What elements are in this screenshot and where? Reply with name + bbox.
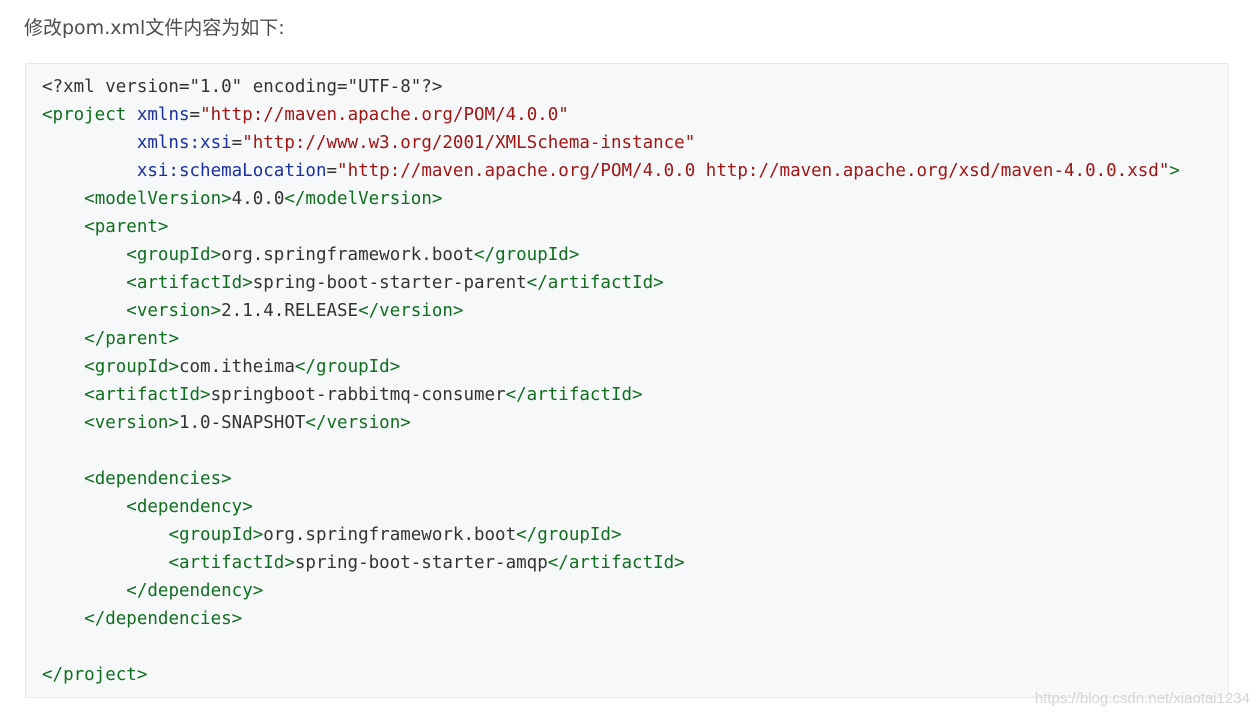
code-token-plain: 1.0-SNAPSHOT	[178, 413, 306, 433]
watermark: https://blog.csdn.net/xiaotai1234	[1034, 690, 1250, 707]
code-line: <groupId>com.itheima</groupId>	[42, 353, 1180, 381]
code-token-plain: =	[189, 105, 201, 125]
code-token-tag: </dependencies>	[84, 609, 243, 629]
code-line: <parent>	[42, 213, 1180, 241]
code-token-plain: spring-boot-starter-amqp	[294, 553, 548, 573]
code-token-tag: </groupId>	[294, 357, 401, 377]
code-token-plain: org.springframework.boot	[221, 245, 474, 265]
code-line: </dependency>	[42, 577, 1180, 605]
code-token-tag: <project	[42, 105, 127, 125]
code-token-tag: </artifactId>	[505, 385, 643, 405]
code-token-tag: </project>	[42, 665, 148, 685]
code-token-str: "http://www.w3.org/2001/XMLSchema-instan…	[242, 133, 696, 153]
code-token-tag: <parent>	[84, 217, 169, 237]
code-token-plain: <?xml version="1.0" encoding="UTF-8"?>	[42, 77, 443, 97]
code-token-tag: </parent>	[84, 329, 179, 349]
code-token-tag: </version>	[305, 413, 411, 433]
code-token-tag: >	[1169, 161, 1180, 181]
code-line: <artifactId>springboot-rabbitmq-consumer…	[42, 381, 1180, 409]
code-line: xsi:schemaLocation="http://maven.apache.…	[42, 157, 1180, 185]
code-token-tag: </modelVersion>	[284, 189, 443, 209]
code-line: <dependency>	[42, 493, 1180, 521]
code-token-tag: <version>	[126, 301, 222, 321]
code-line: <modelVersion>4.0.0</modelVersion>	[42, 185, 1180, 213]
code-line: <?xml version="1.0" encoding="UTF-8"?>	[42, 73, 1180, 101]
code-line: <version>2.1.4.RELEASE</version>	[42, 297, 1180, 325]
code-line: <dependencies>	[42, 465, 1180, 493]
code-token-plain: spring-boot-starter-parent	[252, 273, 527, 293]
code-token-tag: <groupId>	[84, 357, 179, 377]
code-token-tag: </groupId>	[474, 245, 580, 265]
code-line: <groupId>org.springframework.boot</group…	[42, 241, 1180, 269]
code-line: <version>1.0-SNAPSHOT</version>	[42, 409, 1180, 437]
code-line: xmlns:xsi="http://www.w3.org/2001/XMLSch…	[42, 129, 1180, 157]
code-token-plain: springboot-rabbitmq-consumer	[210, 385, 506, 405]
code-token-tag: </artifactId>	[526, 273, 664, 293]
code-token-str: "http://maven.apache.org/POM/4.0.0"	[200, 105, 569, 125]
code-token-plain: 2.1.4.RELEASE	[221, 301, 359, 321]
code-token-tag: <dependencies>	[84, 469, 232, 489]
code-token-tag: <groupId>	[168, 525, 264, 545]
code-token-plain: org.springframework.boot	[263, 525, 517, 545]
code-token-plain: =	[326, 161, 338, 181]
code-line: </parent>	[42, 325, 1180, 353]
code-line: <artifactId>spring-boot-starter-amqp</ar…	[42, 549, 1180, 577]
code-line: <artifactId>spring-boot-starter-parent</…	[42, 269, 1180, 297]
code-token-tag: <artifactId>	[84, 385, 211, 405]
code-token-plain: 4.0.0	[231, 189, 285, 209]
code-token-tag: </groupId>	[516, 525, 622, 545]
code-token-attr: xmlns	[136, 105, 190, 125]
code-line: <groupId>org.springframework.boot</group…	[42, 521, 1180, 549]
code-token-attr: xsi:schemaLocation	[136, 161, 327, 181]
code-token-tag: <artifactId>	[126, 273, 253, 293]
code-token-tag: <modelVersion>	[84, 189, 232, 209]
code-token-str: "http://maven.apache.org/POM/4.0.0 http:…	[337, 161, 1170, 181]
code-token-tag: </artifactId>	[547, 553, 685, 573]
intro-text: 修改pom.xml文件内容为如下:	[24, 17, 285, 39]
code-token-tag: <groupId>	[126, 245, 222, 265]
code-token-tag: <dependency>	[126, 497, 253, 517]
code-token-plain: com.itheima	[178, 357, 295, 377]
code-content[interactable]: <?xml version="1.0" encoding="UTF-8"?> <p…	[42, 73, 1180, 689]
code-token-attr: xmlns:xsi	[136, 133, 232, 153]
code-block[interactable]: <?xml version="1.0" encoding="UTF-8"?> <p…	[25, 63, 1229, 698]
code-line: <project xmlns="http://maven.apache.org/…	[42, 101, 1180, 129]
code-token-plain: =	[231, 133, 243, 153]
code-token-tag: </version>	[358, 301, 464, 321]
code-line: </project>	[42, 661, 1180, 689]
code-token-tag: <version>	[84, 413, 179, 433]
code-line: </dependencies>	[42, 605, 1180, 633]
code-token-tag: </dependency>	[126, 581, 264, 601]
code-token-tag: <artifactId>	[168, 553, 295, 573]
